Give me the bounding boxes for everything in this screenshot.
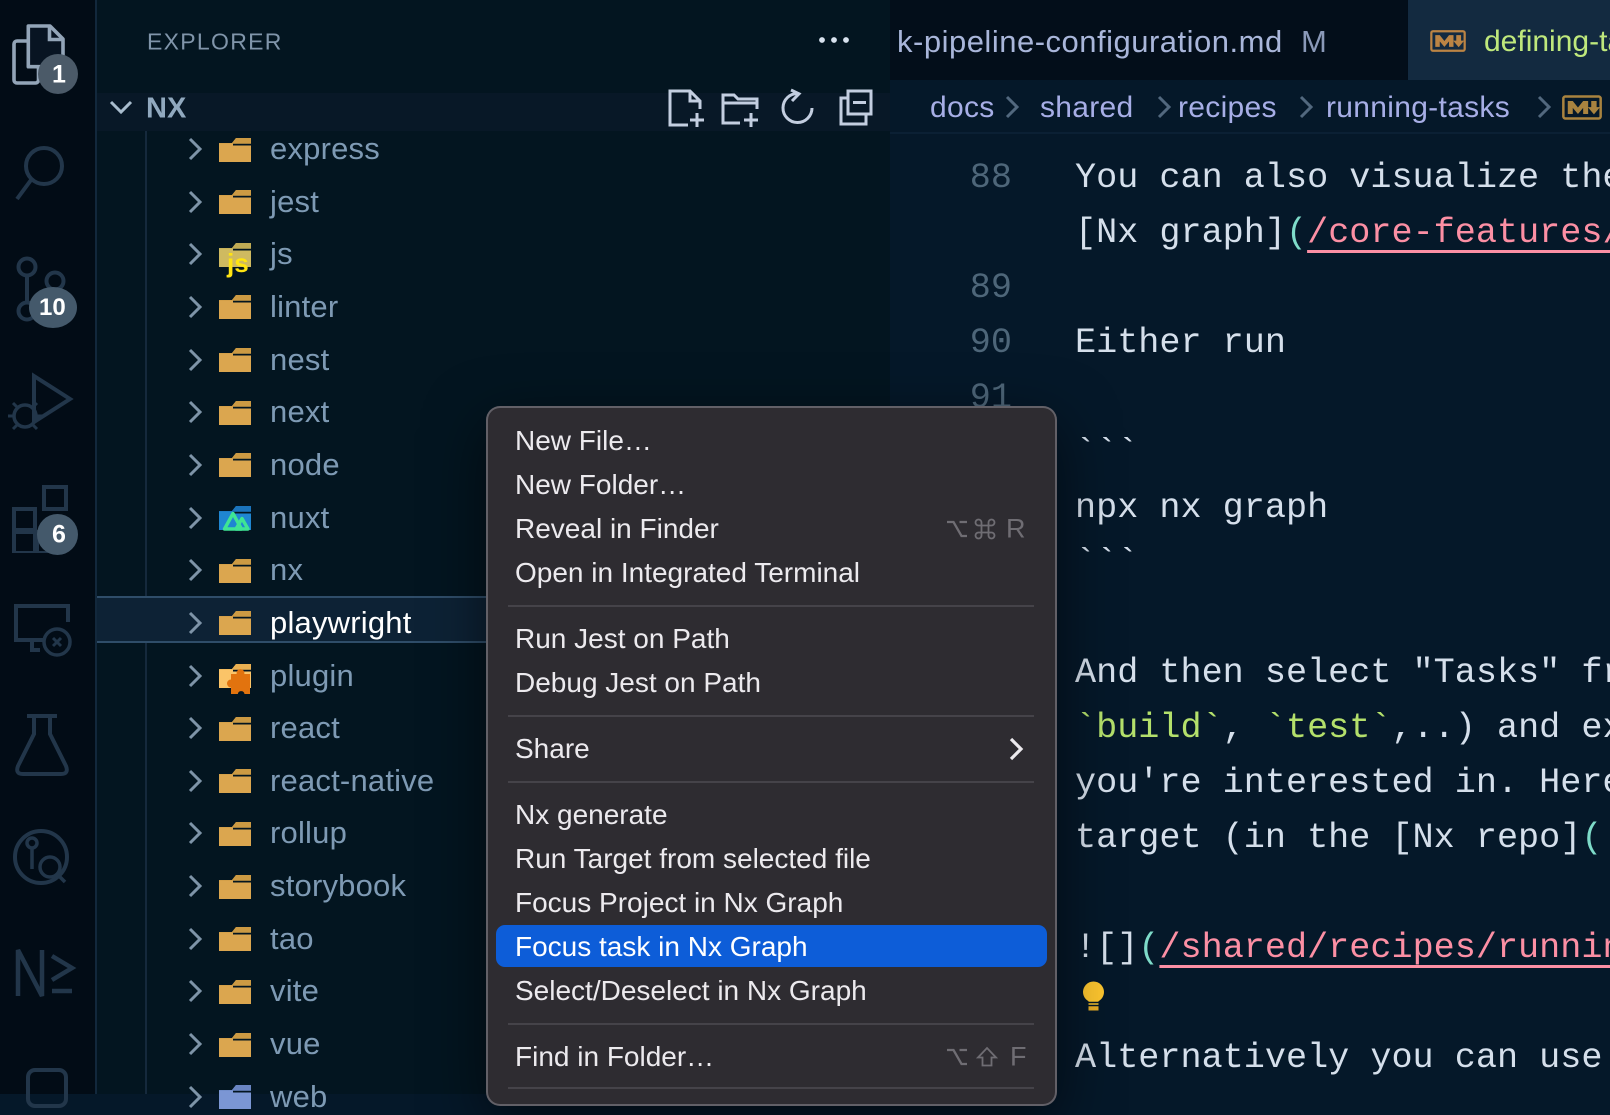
svg-text:js: js bbox=[226, 248, 249, 278]
